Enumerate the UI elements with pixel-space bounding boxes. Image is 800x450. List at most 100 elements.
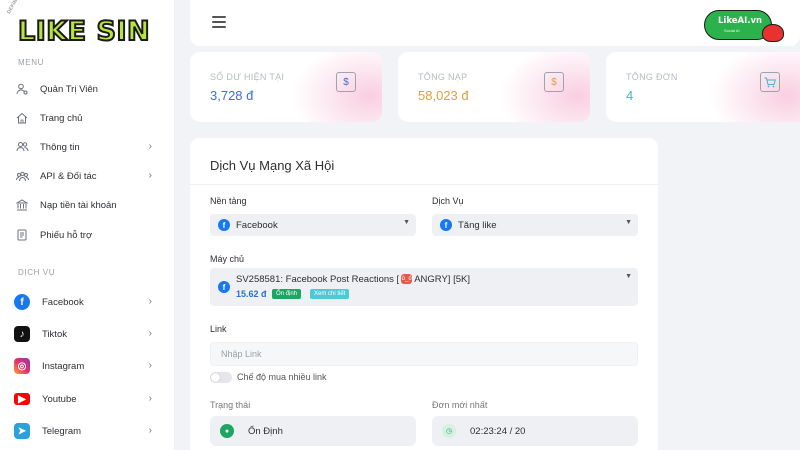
status-box: ● Ổn Định [210, 416, 416, 446]
dollar-icon: $ [336, 72, 356, 92]
cart-icon [760, 72, 780, 92]
bank-icon [14, 197, 30, 213]
user-admin-icon [14, 81, 30, 97]
stat-card-balance: SỐ DƯ HIỆN TẠI 3,728 đ $ [190, 52, 382, 122]
angry-reaction-icon: ò_ó [401, 274, 413, 285]
service-label: Dịch Vụ [432, 196, 464, 206]
latest-order-box: ◷ 02:23:24 / 20 [432, 416, 638, 446]
latest-order-value: 02:23:24 / 20 [470, 425, 526, 437]
server-name-prefix: SV258581: Facebook Post Reactions [ [236, 274, 400, 285]
sidebar-item-label: API & Đối tác [40, 170, 97, 182]
sidebar-item-label: Youtube [42, 393, 77, 405]
logo-text: LIKE SIN [17, 15, 151, 48]
link-label: Link [210, 324, 227, 334]
sidebar-item-admin[interactable]: Quản Trị Viên [14, 78, 164, 100]
caret-down-icon: ▼ [403, 219, 410, 226]
sidebar-item-label: Nạp tiền tài khoản [40, 199, 117, 211]
chevron-right-icon: › [148, 393, 152, 404]
sidebar-item-deposit[interactable]: Nạp tiền tài khoản [14, 194, 164, 216]
brand-badge-sub: Social AI [724, 28, 740, 33]
latest-order-label: Đơn mới nhất [432, 400, 488, 410]
sidebar-item-info[interactable]: Thông tin › [14, 136, 164, 158]
stat-value: 3,728 đ [210, 88, 254, 103]
telegram-icon: ➤ [14, 423, 30, 439]
brand-badge[interactable]: LikeAI.vn Social AI [704, 10, 784, 42]
chevron-right-icon: › [148, 425, 152, 436]
ticket-icon [14, 227, 30, 243]
mascot-icon [762, 24, 784, 42]
youtube-icon: ▶ [14, 393, 30, 405]
users-icon [14, 139, 30, 155]
platform-select-value: Facebook [236, 219, 278, 231]
stat-value: 58,023 đ [418, 88, 469, 103]
link-input[interactable]: Nhập Link [210, 342, 638, 366]
platform-select[interactable]: f Facebook ▼ [210, 214, 416, 236]
home-icon [14, 110, 30, 126]
caret-down-icon: ▼ [625, 219, 632, 226]
card-title: Dịch Vụ Mạng Xã Hội [210, 158, 335, 173]
sidebar: DEFINE YOUR OWN IDENTITY LIKE SIN MENU Q… [0, 0, 175, 450]
service-select-value: Tăng like [458, 219, 497, 231]
facebook-icon: f [218, 281, 230, 293]
sidebar-item-telegram[interactable]: ➤ Telegram › [14, 419, 164, 443]
stable-badge: Ổn định [272, 289, 302, 299]
menu-toggle-icon[interactable] [212, 16, 226, 28]
divider [190, 184, 658, 185]
sidebar-item-label: Trang chủ [40, 112, 83, 124]
sidebar-item-label: Quản Trị Viên [40, 83, 98, 95]
sidebar-item-home[interactable]: Trang chủ [14, 107, 164, 129]
multi-link-toggle[interactable] [210, 372, 232, 383]
service-form-card: Dịch Vụ Mạng Xã Hội Nền tảng f Facebook … [190, 138, 658, 450]
stat-card-total-orders: TỔNG ĐƠN 4 [606, 52, 800, 122]
chevron-right-icon: › [148, 360, 152, 371]
stat-value: 4 [626, 88, 634, 103]
stat-card-total-deposit: TỔNG NẠP 58,023 đ $ [398, 52, 590, 122]
sidebar-item-api[interactable]: API & Đối tác › [14, 165, 164, 187]
facebook-icon: f [14, 294, 30, 310]
sidebar-item-label: Thông tin [40, 141, 80, 153]
status-label: Trạng thái [210, 400, 251, 410]
menu-section-title: MENU [18, 58, 44, 67]
logo[interactable]: DEFINE YOUR OWN IDENTITY LIKE SIN [6, 0, 170, 52]
server-name: SV258581: Facebook Post Reactions [ò_ó AN… [236, 274, 470, 285]
card-glow [710, 52, 800, 122]
services-section-title: DỊCH VỤ [18, 268, 56, 277]
sidebar-item-label: Phiếu hỗ trợ [40, 229, 93, 241]
sidebar-item-tiktok[interactable]: ♪ Tiktok › [14, 322, 164, 346]
stat-label: TỔNG ĐƠN [626, 72, 678, 82]
api-icon [14, 168, 30, 184]
chevron-right-icon: › [148, 296, 152, 307]
sidebar-item-label: Telegram [42, 425, 82, 437]
globe-icon: ● [220, 424, 234, 438]
clock-icon: ◷ [442, 424, 456, 438]
sidebar-item-youtube[interactable]: ▶ Youtube › [14, 387, 164, 411]
sidebar-item-instagram[interactable]: ◎ Instagram › [14, 354, 164, 378]
brand-badge-text: LikeAI.vn [718, 16, 763, 26]
sidebar-item-support[interactable]: Phiếu hỗ trợ [14, 224, 164, 246]
sidebar-item-label: Facebook [42, 296, 84, 308]
service-select[interactable]: f Tăng like ▼ [432, 214, 638, 236]
instagram-icon: ◎ [14, 358, 30, 374]
view-details-badge[interactable]: Xem chi tiết [310, 289, 350, 299]
sidebar-item-label: Instagram [42, 360, 85, 372]
caret-down-icon: ▼ [625, 273, 632, 280]
status-value: Ổn Định [248, 425, 283, 437]
multi-link-label: Chế độ mua nhiều link [237, 372, 327, 382]
chevron-right-icon: › [148, 328, 152, 339]
top-bar: LikeAI.vn Social AI [190, 0, 800, 46]
stat-label: SỐ DƯ HIỆN TẠI [210, 72, 285, 82]
logo-tagline: DEFINE YOUR OWN IDENTITY [6, 0, 50, 15]
server-label: Máy chủ [210, 254, 245, 264]
platform-label: Nền tảng [210, 196, 247, 206]
tiktok-icon: ♪ [14, 326, 30, 342]
server-price: 15.62 đ [236, 289, 267, 299]
sidebar-item-facebook[interactable]: f Facebook › [14, 290, 164, 314]
facebook-icon: f [440, 219, 452, 231]
toggle-knob [211, 373, 220, 382]
chevron-right-icon: › [148, 141, 152, 152]
dollar-icon: $ [544, 72, 564, 92]
stat-label: TỔNG NẠP [418, 72, 468, 82]
facebook-icon: f [218, 219, 230, 231]
server-name-suffix: ANGRY] [5K] [414, 274, 470, 285]
server-select[interactable]: f SV258581: Facebook Post Reactions [ò_ó… [210, 268, 638, 306]
